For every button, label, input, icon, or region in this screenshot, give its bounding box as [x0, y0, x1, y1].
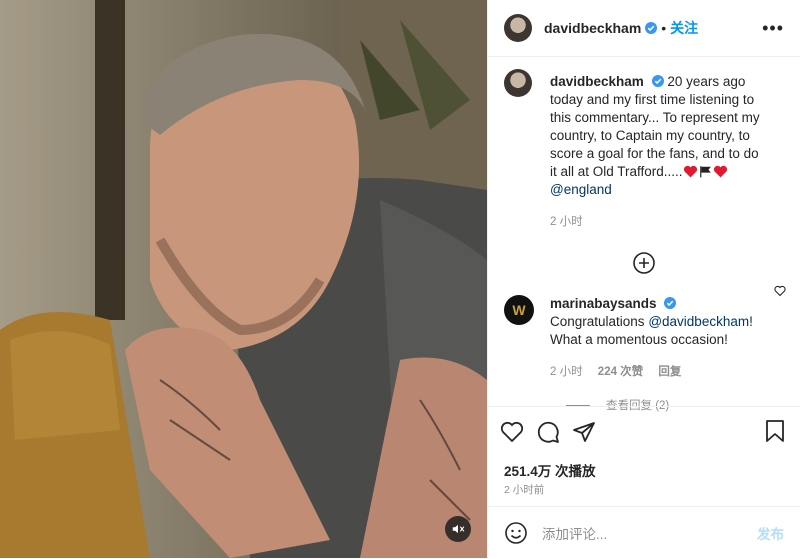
- comment-like-icon[interactable]: [774, 285, 786, 297]
- caption-username[interactable]: davidbeckham: [550, 74, 644, 89]
- comment: W marinabaysands Congratulations @davidb…: [504, 295, 784, 381]
- red-heart-icon: [713, 165, 727, 178]
- post-time[interactable]: 2 小时前: [504, 482, 544, 497]
- commenter-avatar[interactable]: W: [504, 295, 534, 325]
- comment-text-start: Congratulations: [550, 314, 645, 329]
- comments-list: davidbeckham 20 years ago today and my f…: [488, 57, 800, 429]
- load-more[interactable]: [504, 251, 784, 275]
- verified-icon: [651, 75, 664, 87]
- caption-time[interactable]: 2 小时: [550, 216, 583, 228]
- black-flag-icon: [699, 166, 711, 178]
- caption: davidbeckham 20 years ago today and my f…: [504, 69, 784, 231]
- post-side-panel: davidbeckham • 关注 ••• davidbeckham 20 ye…: [487, 0, 800, 558]
- follow-button[interactable]: 关注: [670, 18, 698, 38]
- comment-mention[interactable]: @davidbeckham: [648, 314, 749, 329]
- bookmark-icon[interactable]: [764, 419, 786, 443]
- share-icon[interactable]: [572, 420, 596, 444]
- post-dialog: davidbeckham • 关注 ••• davidbeckham 20 ye…: [0, 0, 800, 558]
- post-header: davidbeckham • 关注 •••: [488, 0, 800, 57]
- mute-icon: [452, 524, 465, 534]
- caption-meta: 2 小时: [550, 213, 765, 231]
- separator-dot: •: [661, 20, 667, 36]
- view-count[interactable]: 251.4万 次播放: [504, 460, 596, 480]
- caption-body: davidbeckham 20 years ago today and my f…: [550, 73, 765, 231]
- verified-icon: [645, 22, 658, 34]
- comment-body: marinabaysands Congratulations @davidbec…: [550, 295, 765, 381]
- caption-avatar[interactable]: [504, 69, 532, 97]
- comment-time[interactable]: 2 小时: [550, 366, 583, 378]
- post-actions: [488, 406, 800, 457]
- reply-button[interactable]: 回复: [658, 366, 681, 378]
- comment-icon[interactable]: [536, 420, 560, 444]
- header-username[interactable]: davidbeckham: [544, 20, 641, 36]
- emoji-icon[interactable]: [504, 521, 528, 545]
- comment-input[interactable]: 添加评论...: [542, 523, 607, 543]
- add-comment-bar: 添加评论... 发布: [488, 506, 800, 559]
- red-heart-icon: [683, 165, 697, 178]
- verified-icon: [664, 297, 677, 309]
- caption-mention[interactable]: @england: [550, 182, 612, 197]
- video-frame: [0, 0, 487, 558]
- mute-button[interactable]: [445, 516, 471, 542]
- more-icon[interactable]: •••: [762, 18, 784, 39]
- video-player[interactable]: [0, 0, 487, 558]
- comment-username[interactable]: marinabaysands: [550, 296, 657, 311]
- comment-likes[interactable]: 224 次赞: [598, 366, 643, 378]
- heart-icon[interactable]: [500, 420, 524, 444]
- caption-text: 20 years ago today and my first time lis…: [550, 74, 760, 179]
- avatar[interactable]: [504, 14, 532, 42]
- post-button[interactable]: 发布: [757, 523, 784, 543]
- load-more-icon[interactable]: [632, 251, 656, 275]
- comment-meta: 2 小时 224 次赞 回复: [550, 363, 765, 381]
